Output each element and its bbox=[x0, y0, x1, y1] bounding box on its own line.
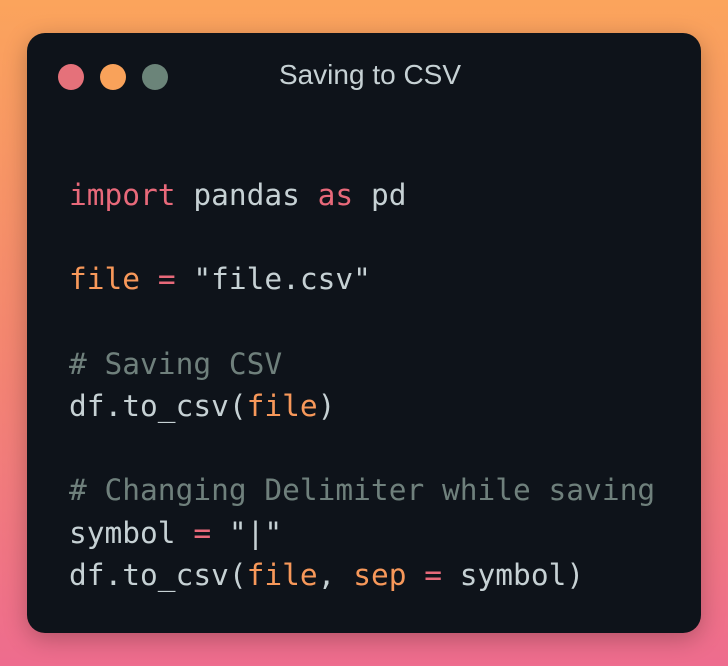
code-line: file = "file.csv" bbox=[69, 258, 655, 300]
window-title: Saving to CSV bbox=[278, 59, 462, 90]
code-line: symbol = "|" bbox=[69, 512, 655, 554]
code-token-var: file bbox=[246, 557, 318, 592]
code-token-var: file bbox=[69, 262, 141, 297]
code-token-plain: ) bbox=[317, 388, 336, 423]
code-token-comment: # Changing Delimiter while saving bbox=[69, 473, 656, 508]
code-line: df.to_csv(file, sep = symbol) bbox=[69, 554, 655, 596]
code-token-op: = bbox=[157, 262, 176, 297]
code-line: import pandas as pd bbox=[69, 174, 655, 216]
code-token-plain: pandas bbox=[175, 178, 318, 212]
code-token-op: = bbox=[424, 557, 443, 592]
code-token-plain: df.to_csv( bbox=[69, 388, 247, 423]
code-token-plain: symbol bbox=[69, 515, 194, 550]
code-line: df.to_csv(file) bbox=[69, 385, 655, 427]
code-token-plain: "file.csv" bbox=[175, 262, 371, 297]
code-block: import pandas as pd file = "file.csv" # Sa… bbox=[69, 174, 655, 596]
code-line: # Changing Delimiter while saving bbox=[69, 469, 655, 511]
code-token-comment: # Saving CSV bbox=[69, 346, 283, 381]
code-token-var: sep bbox=[353, 557, 407, 592]
code-line: # Saving CSV bbox=[69, 343, 655, 385]
code-token-keyword: import bbox=[69, 178, 176, 212]
code-token-plain: , bbox=[317, 557, 354, 592]
code-token-plain: pd bbox=[353, 178, 407, 212]
code-token-op: = bbox=[193, 515, 212, 550]
code-token-plain: symbol) bbox=[442, 557, 585, 592]
code-token-keyword: as bbox=[317, 178, 354, 212]
code-token-var: file bbox=[246, 388, 318, 423]
code-window: Saving to CSV import pandas as pd file = … bbox=[27, 33, 701, 633]
code-token-plain: df.to_csv( bbox=[69, 557, 247, 592]
code-token-plain: "|" bbox=[211, 515, 283, 550]
